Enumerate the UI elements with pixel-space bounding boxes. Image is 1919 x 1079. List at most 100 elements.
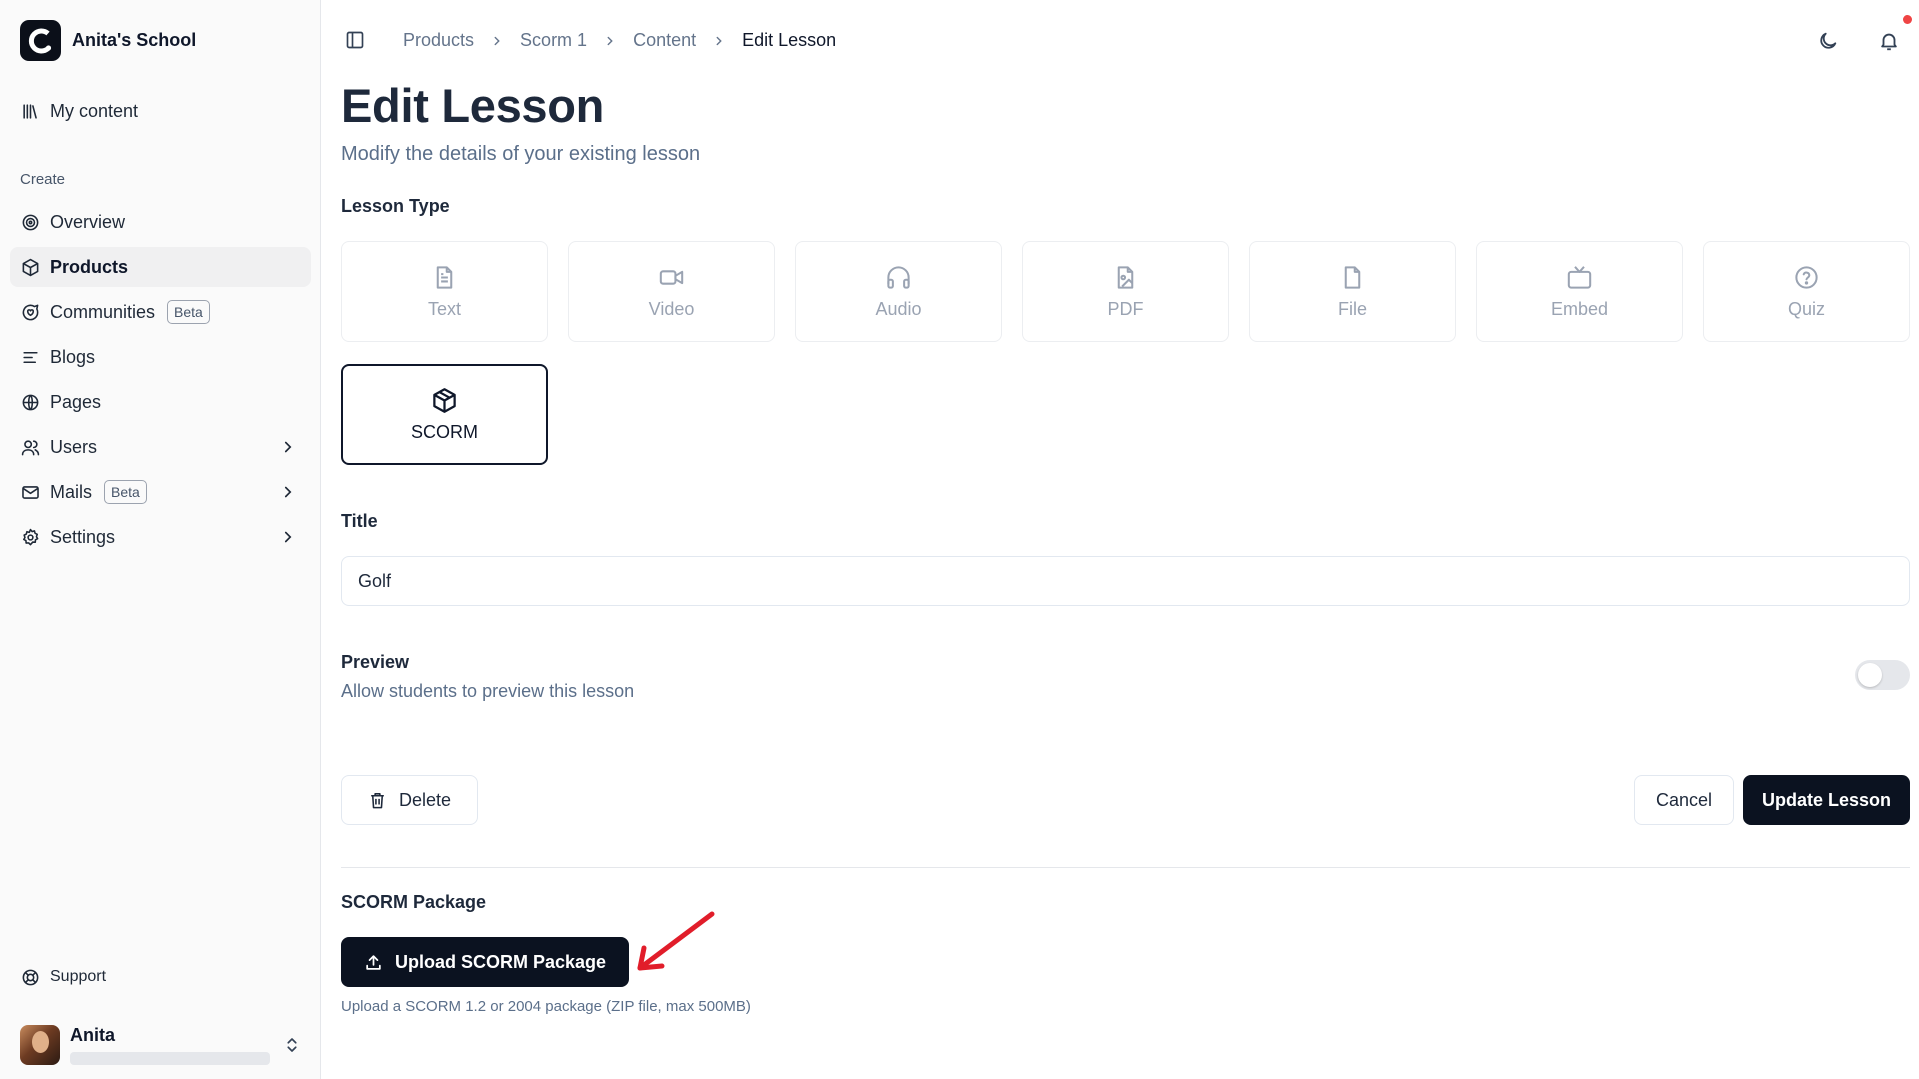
delete-button[interactable]: Delete	[341, 775, 478, 825]
gear-icon	[22, 528, 39, 545]
package-icon	[22, 258, 39, 276]
page-subtitle: Modify the details of your existing less…	[341, 143, 701, 165]
brand-name: Anita's School	[72, 30, 197, 50]
file-text-icon	[436, 265, 453, 289]
chevron-right-icon	[716, 36, 722, 45]
file-image-icon	[1117, 265, 1134, 289]
brand-logo-icon	[20, 20, 61, 61]
beta-badge: Beta	[104, 480, 147, 504]
lesson-type-label: Text	[427, 298, 461, 319]
bell-icon[interactable]	[1878, 30, 1900, 52]
sidebar-item-label: Overview	[50, 211, 126, 232]
title-label: Title	[341, 511, 378, 531]
users-icon	[21, 439, 40, 455]
sidebar: Anita's School My content Create Overvie…	[0, 0, 321, 1079]
sidebar-section-create: Create	[20, 171, 66, 188]
title-input[interactable]	[341, 556, 1910, 606]
update-lesson-button[interactable]: Update Lesson	[1743, 775, 1910, 825]
breadcrumb: Products Scorm 1 Content Edit Lesson	[403, 28, 836, 53]
sidebar-item-label: Users	[50, 436, 98, 457]
help-circle-icon	[1795, 265, 1818, 289]
lesson-type-label: PDF	[1107, 298, 1144, 319]
upload-scorm-button[interactable]: Upload SCORM Package	[341, 937, 629, 987]
avatar	[20, 1025, 60, 1065]
chevron-right-icon	[607, 36, 613, 45]
sidebar-item-overview[interactable]: Overview	[10, 202, 311, 242]
annotation-arrow-icon	[637, 911, 715, 971]
user-name: Anita	[70, 1025, 115, 1045]
lesson-type-label: Lesson Type	[341, 196, 450, 216]
lesson-type-audio[interactable]: Audio	[795, 241, 1002, 342]
lesson-type-label: Embed	[1550, 298, 1609, 319]
lesson-type-label: File	[1337, 298, 1367, 319]
file-icon	[1344, 265, 1361, 289]
chevron-right-icon	[284, 531, 292, 543]
sidebar-item-label: Mails	[50, 481, 93, 502]
video-camera-icon	[659, 269, 684, 285]
scorm-package-label: SCORM Package	[341, 892, 487, 912]
tv-icon	[1567, 265, 1592, 289]
chevron-right-icon	[284, 486, 292, 498]
user-info: Anita	[70, 1025, 283, 1065]
sidebar-item-label: My content	[50, 100, 139, 121]
sidebar-item-communities[interactable]: Communities Beta	[10, 292, 311, 332]
sidebar-item-label: Blogs	[50, 346, 96, 367]
lesson-type-label: Video	[648, 298, 695, 319]
lesson-type-label: Quiz	[1787, 298, 1825, 319]
mail-icon	[22, 485, 39, 499]
text-lines-icon	[23, 351, 38, 363]
sidebar-item-label: Communities	[50, 301, 156, 322]
sidebar-item-mails[interactable]: Mails Beta	[10, 472, 311, 512]
breadcrumb-content[interactable]: Content	[633, 30, 696, 51]
lesson-type-file[interactable]: File	[1249, 241, 1456, 342]
sidebar-item-label: Pages	[50, 391, 102, 412]
sidebar-item-label: Settings	[50, 526, 116, 547]
sidebar-item-blogs[interactable]: Blogs	[10, 337, 311, 377]
lesson-type-text[interactable]: Text	[341, 241, 548, 342]
lesson-type-quiz[interactable]: Quiz	[1703, 241, 1910, 342]
brand[interactable]: Anita's School	[20, 20, 196, 61]
lesson-type-label: SCORM	[411, 421, 478, 442]
beta-badge: Beta	[167, 300, 210, 324]
lesson-type-pdf[interactable]: PDF	[1022, 241, 1229, 342]
lesson-type-video[interactable]: Video	[568, 241, 775, 342]
moon-icon[interactable]	[1817, 30, 1839, 52]
cancel-button[interactable]: Cancel	[1634, 775, 1734, 825]
section-divider	[341, 867, 1910, 868]
toggle-knob	[1858, 663, 1882, 687]
breadcrumb-products[interactable]: Products	[403, 30, 474, 51]
scorm-hint: Upload a SCORM 1.2 or 2004 package (ZIP …	[341, 998, 751, 1015]
chevron-right-icon	[494, 36, 500, 45]
upload-icon	[366, 954, 381, 970]
sidebar-item-users[interactable]: Users	[10, 427, 311, 467]
library-icon	[23, 103, 37, 119]
breadcrumb-scorm-1[interactable]: Scorm 1	[520, 30, 587, 51]
lesson-type-label: Audio	[875, 298, 922, 319]
sidebar-item-my-content[interactable]: My content	[10, 91, 311, 131]
preview-toggle[interactable]	[1855, 660, 1910, 690]
message-circle-icon	[22, 304, 39, 320]
notification-dot	[1903, 15, 1912, 24]
upload-label: Upload SCORM Package	[394, 951, 607, 972]
page-title: Edit Lesson	[341, 79, 605, 132]
sidebar-toggle-icon[interactable]	[345, 30, 365, 50]
target-icon	[22, 214, 39, 230]
delete-label: Delete	[398, 789, 452, 810]
lesson-type-scorm[interactable]: SCORM	[341, 364, 548, 465]
breadcrumb-current: Edit Lesson	[742, 30, 837, 50]
sidebar-item-products[interactable]: Products	[10, 247, 311, 287]
sidebar-item-label: Products	[50, 256, 129, 277]
lesson-type-embed[interactable]: Embed	[1476, 241, 1683, 342]
support-link[interactable]: Support	[10, 960, 311, 994]
sidebar-item-pages[interactable]: Pages	[10, 382, 311, 422]
package-icon	[433, 387, 456, 413]
preview-description: Allow students to preview this lesson	[341, 681, 635, 701]
user-menu[interactable]: Anita	[20, 1024, 301, 1066]
globe-icon	[22, 394, 39, 410]
chevron-right-icon	[284, 441, 292, 453]
headphones-icon	[887, 265, 910, 289]
sidebar-item-settings[interactable]: Settings	[10, 517, 311, 557]
user-email-placeholder	[70, 1052, 270, 1065]
support-label: Support	[50, 968, 107, 985]
preview-label: Preview	[341, 652, 410, 672]
